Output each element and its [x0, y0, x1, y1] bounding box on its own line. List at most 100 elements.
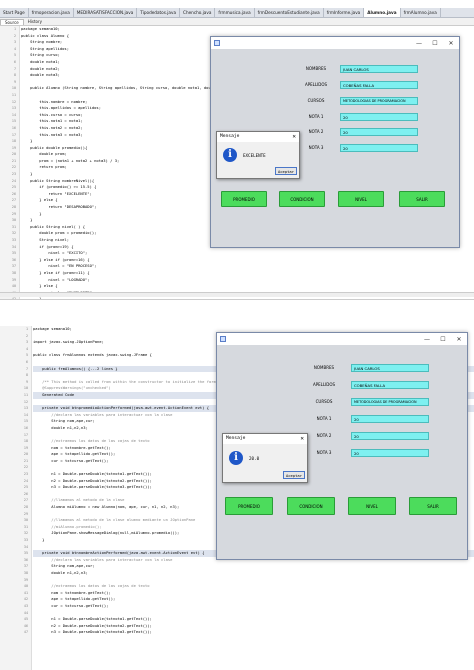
code-line: package semana10; — [21, 26, 60, 31]
promedio-button[interactable]: PROMEDIO — [221, 191, 267, 207]
horizontal-scrollbar[interactable] — [0, 292, 474, 297]
line-number: 21 — [23, 458, 28, 463]
close-icon[interactable]: ✕ — [443, 40, 459, 47]
line-number: 8 — [13, 73, 16, 78]
line-number: 17 — [23, 432, 28, 437]
condicion-button[interactable]: CONDICION — [279, 191, 325, 207]
line-number: 36 — [11, 257, 16, 262]
source-tab[interactable]: Source — [0, 18, 24, 25]
apellidos-field[interactable]: COBEÑAS FALLA — [340, 81, 418, 89]
line-number: 3 — [13, 40, 16, 45]
salir-button-2[interactable]: SALIR — [409, 497, 457, 515]
aceptar-button-2[interactable]: Aceptar — [283, 471, 305, 479]
code-line: cur = txtcurso.getText(); — [33, 602, 109, 608]
line-number: 29 — [23, 511, 28, 516]
editor-tab[interactable]: Chencho.java — [180, 8, 216, 17]
nivel-button[interactable]: NIVEL — [338, 191, 384, 207]
minimize-icon[interactable]: — — [411, 40, 427, 47]
editor-tab[interactable]: Alumno.java — [364, 8, 401, 17]
editor-tab[interactable]: frmDescuentoEstudiante.java — [255, 8, 324, 17]
line-number: 25 — [23, 485, 28, 490]
java-app-icon — [214, 40, 220, 46]
line-number: 21 — [11, 158, 16, 163]
line-number: 14 — [23, 412, 28, 417]
line-number: 31 — [11, 224, 16, 229]
dialog-close-icon[interactable]: ✕ — [292, 132, 296, 142]
editor-tab-bar: Start Page frmoperacion.java MEDIRASATISFA… — [0, 8, 474, 18]
minimize-icon-2[interactable]: — — [419, 336, 435, 343]
code-line: nivel = "LOGRADO"; — [21, 276, 90, 282]
line-number: 10 — [11, 86, 16, 91]
code-line: } else if (prom>=11) { — [21, 269, 90, 275]
editor-tab[interactable]: Tipodedatos.java — [137, 8, 181, 17]
code-line: nivel = "EXCITO"; — [21, 250, 88, 256]
code-line: //extraemos los datos de las cajas de te… — [33, 583, 150, 589]
line-number: 38 — [11, 270, 16, 275]
dialog-title-2: Mensaje — [223, 434, 307, 444]
close-icon-2[interactable]: ✕ — [451, 336, 467, 343]
apellidos-field-2[interactable]: COBEÑAS FALLA — [351, 381, 429, 389]
line-number: 31 — [23, 524, 28, 529]
salir-button[interactable]: SALIR — [399, 191, 445, 207]
nombres-field-2[interactable]: JUAN CARLOS — [351, 364, 429, 372]
cursos-field[interactable]: METODOLOGIAS DE PROGRAMACION — [340, 97, 418, 105]
label-apellidos: APELLIDOS — [304, 82, 328, 87]
line-number: 22 — [11, 165, 16, 170]
line-number: 15 — [11, 119, 16, 124]
maximize-icon-2[interactable]: ☐ — [435, 336, 451, 343]
java-app-icon-2 — [220, 336, 226, 342]
window-titlebar-2: — ☐ ✕ — [217, 333, 467, 345]
editor-tab[interactable]: Start Page — [0, 8, 29, 17]
label-nota2-2: NOTA 2 — [316, 433, 332, 438]
editor-tab[interactable]: MEDIRASATISFACCION.java — [74, 8, 138, 17]
aceptar-button[interactable]: Aceptar — [275, 167, 297, 175]
line-number: 33 — [23, 538, 28, 542]
line-number-gutter: 1 2 3 4 5 6 7 8 9 10 11 12 13 14 15 16 17 18 19 20 21 22 23 24 2… — [0, 26, 20, 299]
cursos-field-2[interactable]: METODOLOGIAS DE PROGRAMACION — [351, 398, 429, 406]
editor-tab[interactable]: frmoperacion.java — [29, 8, 74, 17]
nivel-button-2[interactable]: NIVEL — [348, 497, 396, 515]
line-number: 14 — [11, 112, 16, 117]
source-history-bar: Source History — [0, 18, 474, 26]
nota3-field-2[interactable]: 20 — [351, 449, 429, 457]
condicion-button-2[interactable]: CONDICION — [287, 497, 335, 515]
dialog-title: Mensaje — [217, 132, 299, 142]
nombres-field[interactable]: JUAN CARLOS — [340, 65, 418, 73]
line-number: 25 — [11, 185, 16, 190]
message-dialog-2: Mensaje ✕ i 20.0 Aceptar — [222, 433, 308, 483]
promedio-button-2[interactable]: PROMEDIO — [225, 497, 273, 515]
label-nota3-2: NOTA 3 — [316, 450, 332, 455]
line-number: 28 — [11, 205, 16, 210]
editor-tab[interactable]: frmmusica.java — [215, 8, 255, 17]
nota3-field[interactable]: 20 — [340, 144, 418, 152]
maximize-icon[interactable]: ☐ — [427, 40, 443, 47]
line-number: 29 — [11, 211, 16, 216]
code-line: n1 = Double.parseDouble(txtnota1.getText… — [33, 616, 152, 622]
line-number: 26 — [23, 491, 28, 496]
line-number: 2 — [25, 333, 28, 338]
code-line: } else if (prom>=16) { — [21, 256, 90, 262]
label-nota3: NOTA 3 — [308, 145, 324, 150]
line-number: 27 — [11, 198, 16, 203]
editor-tab[interactable]: frmInforme.java — [324, 8, 365, 17]
nota2-field-2[interactable]: 20 — [351, 432, 429, 440]
nota1-field-2[interactable]: 20 — [351, 415, 429, 423]
label-nombres: NOMBRES — [305, 66, 327, 71]
line-number: 38 — [23, 570, 28, 575]
label-cursos: CURSOS — [307, 98, 325, 103]
code-line: n2 = Double.parseDouble(txtnota2.getText… — [33, 622, 152, 628]
line-number: 30 — [23, 518, 28, 523]
line-number: 28 — [23, 505, 28, 510]
line-number: 11 — [23, 392, 28, 397]
line-number: 17 — [11, 132, 16, 137]
nota1-field[interactable]: 20 — [340, 113, 418, 121]
code-line: } else { — [21, 283, 58, 289]
line-number: 5 — [25, 353, 28, 358]
dialog-close-icon-2[interactable]: ✕ — [300, 434, 304, 444]
editor-tab[interactable]: frmAlumno.java — [401, 8, 441, 17]
code-line: n3 = Double.parseDouble(txtnota3.getText… — [33, 629, 152, 635]
nota2-field[interactable]: 20 — [340, 128, 418, 136]
history-tab[interactable]: History — [24, 19, 46, 24]
line-number: 1 — [13, 27, 16, 31]
